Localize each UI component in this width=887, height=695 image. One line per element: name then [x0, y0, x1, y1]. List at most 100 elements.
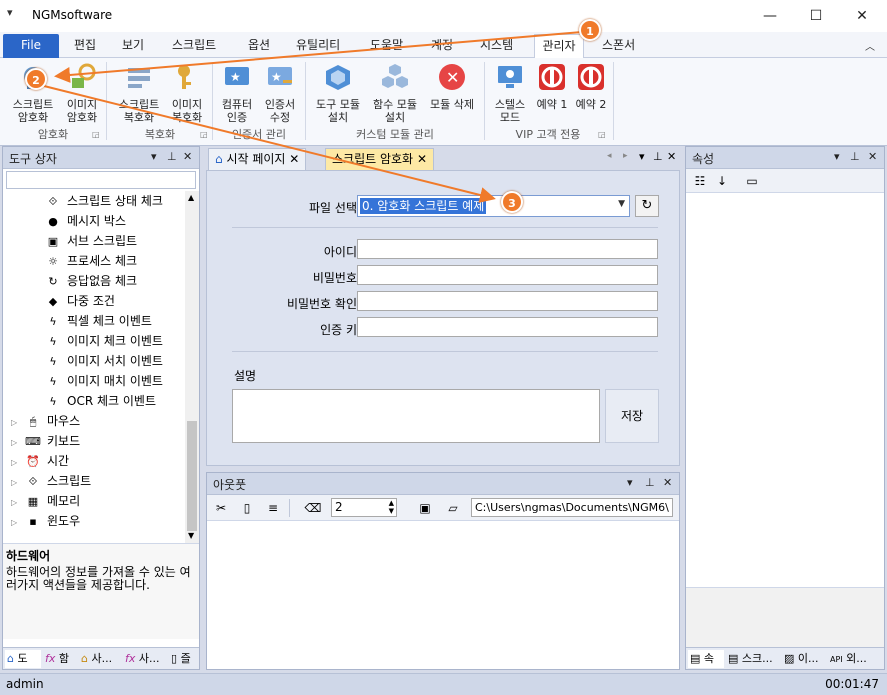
install-function-module-button[interactable]: 함수 모듈 설치 — [367, 62, 423, 124]
tree-item[interactable]: ▣ 서브 스크립트 — [45, 231, 137, 251]
panel-menu-icon[interactable]: ▾ — [627, 476, 633, 489]
tab-toolbox[interactable]: ⌂ 도 — [5, 650, 41, 668]
close-icon[interactable]: ✕ — [183, 150, 192, 163]
tab-account[interactable]: 계정 — [427, 34, 457, 58]
expand-icon[interactable]: ▷ — [11, 453, 23, 473]
panel-menu-icon[interactable]: ▾ — [834, 150, 840, 163]
group-launcher-icon[interactable]: ◲ — [598, 130, 606, 139]
tree-item[interactable]: ϟ 이미지 매치 이벤트 — [45, 371, 163, 391]
tree-item[interactable]: ☼ 프로세스 체크 — [45, 251, 137, 271]
pin-icon[interactable]: ⊥ — [850, 150, 860, 163]
id-input[interactable] — [357, 239, 658, 259]
tree-category[interactable]: ▷ ⏰ 시간 — [11, 451, 69, 471]
encrypt-image-button[interactable]: 이미지 암호화 — [60, 62, 104, 124]
tab-favorites[interactable]: ▯ 즐 — [169, 650, 197, 668]
file-select-dropdown[interactable]: 0. 암호화 스크립트 예제 ▼ — [357, 195, 630, 217]
panel-menu-icon[interactable]: ▾ — [151, 150, 157, 163]
tab-scroll-right-icon[interactable]: ▸ — [623, 151, 628, 161]
delete-module-button[interactable]: ✕ 모듈 삭제 — [425, 62, 479, 111]
save-icon[interactable]: ▣ — [415, 498, 435, 518]
close-button[interactable]: ✕ — [839, 0, 885, 32]
stealth-mode-button[interactable]: 스텔스 모드 — [488, 62, 532, 124]
tab-help[interactable]: 도움말 — [366, 34, 407, 58]
tree-category[interactable]: ▷ ⌨ 키보드 — [11, 431, 80, 451]
close-icon[interactable]: ✕ — [868, 150, 877, 163]
save-button[interactable]: 저장 — [605, 389, 659, 443]
maximize-button[interactable]: ☐ — [793, 0, 839, 32]
tree-category[interactable]: ▷ ▦ 메모리 — [11, 491, 80, 511]
tab-sponsor[interactable]: 스폰서 — [598, 34, 639, 58]
refresh-button[interactable]: ↻ — [635, 195, 659, 217]
scroll-up-icon[interactable]: ▲ — [188, 193, 194, 202]
folder-icon[interactable]: ▱ — [443, 498, 463, 518]
minimize-button[interactable]: — — [747, 0, 793, 32]
expand-icon[interactable]: ▷ — [11, 433, 23, 453]
install-tool-module-button[interactable]: 도구 모듈 설치 — [310, 62, 366, 124]
tab-script-explorer[interactable]: ▤ 스크... — [726, 650, 780, 668]
tab-file[interactable]: File — [3, 34, 59, 58]
ribbon-collapse-icon[interactable]: ︿ — [865, 38, 875, 53]
reserve-2-button[interactable]: 예약 2 — [571, 62, 611, 111]
group-launcher-icon[interactable]: ◲ — [92, 130, 100, 139]
tab-start-page[interactable]: ⌂ 시작 페이지 ✕ — [208, 148, 307, 170]
eraser-icon[interactable]: ⌫ — [303, 498, 323, 518]
tree-item[interactable]: ⟐ 스크립트 상태 체크 — [45, 191, 163, 211]
output-path-field[interactable]: C:\Users\ngmas\Documents\NGM6\ — [471, 498, 673, 517]
tree-item[interactable]: ◆ 다중 조건 — [45, 291, 115, 311]
tree-item[interactable]: ϟ OCR 체크 이벤트 — [45, 391, 156, 411]
tree-category[interactable]: ▷ ⟐ 스크립트 — [11, 471, 91, 491]
toolbox-search-input[interactable] — [6, 171, 196, 189]
reserve-1-button[interactable]: 예약 1 — [533, 62, 571, 111]
toolbox-scrollbar[interactable]: ▲ ▼ — [185, 191, 199, 543]
tab-functions[interactable]: fx 함 — [43, 650, 77, 668]
add-document-icon[interactable]: ▯ — [237, 498, 257, 518]
tab-properties[interactable]: ▤ 속 — [688, 650, 724, 668]
clean-icon[interactable]: ✂ — [211, 498, 231, 518]
property-pages-icon[interactable]: ▭ — [742, 171, 762, 191]
tab-script[interactable]: 스크립트 — [168, 34, 220, 58]
tab-edit[interactable]: 편집 — [70, 34, 100, 58]
tab-system[interactable]: 시스템 — [476, 34, 517, 58]
scroll-down-icon[interactable]: ▼ — [188, 531, 194, 540]
tab-external[interactable]: API 외... — [828, 650, 882, 668]
tree-item[interactable]: ↻ 응답없음 체크 — [45, 271, 137, 291]
scroll-thumb[interactable] — [187, 421, 197, 531]
decrypt-script-button[interactable]: 스크립트 복호화 — [112, 62, 166, 124]
decrypt-image-button[interactable]: 이미지 복호화 — [166, 62, 208, 124]
tree-category[interactable]: ▷ ▪ 윈도우 — [11, 511, 80, 531]
tree-item[interactable]: ϟ 이미지 체크 이벤트 — [45, 331, 163, 351]
tree-item[interactable]: ϟ 이미지 서치 이벤트 — [45, 351, 163, 371]
pin-icon[interactable]: ⊥ — [167, 150, 177, 163]
line-count-stepper[interactable]: 2 ▲ ▼ — [331, 498, 397, 517]
expand-icon[interactable]: ▷ — [11, 413, 23, 433]
tab-list-icon[interactable]: ▾ — [639, 150, 645, 163]
tab-view[interactable]: 보기 — [118, 34, 148, 58]
password-input[interactable] — [357, 265, 658, 285]
pin-icon[interactable]: ⊥ — [653, 150, 663, 163]
tree-item[interactable]: ● 메시지 박스 — [45, 211, 126, 231]
certificate-edit-button[interactable]: ★ 인증서 수정 — [258, 62, 302, 124]
close-tab-icon[interactable]: ✕ — [289, 152, 299, 166]
group-launcher-icon[interactable]: ◲ — [200, 130, 208, 139]
sort-az-icon[interactable]: ↓ — [712, 171, 732, 191]
expand-icon[interactable]: ▷ — [11, 473, 23, 493]
stepper-arrows-icon[interactable]: ▲ ▼ — [389, 499, 394, 515]
tree-item[interactable]: ϟ 픽셀 체크 이벤트 — [45, 311, 152, 331]
expand-icon[interactable]: ▷ — [11, 513, 23, 533]
tab-utility[interactable]: 유틸리티 — [292, 34, 344, 58]
align-icon[interactable]: ≡ — [263, 498, 283, 518]
categorized-icon[interactable]: ☷ — [690, 171, 710, 191]
computer-auth-button[interactable]: ★ 컴퓨터 인증 — [216, 62, 258, 124]
expand-icon[interactable]: ▷ — [11, 493, 23, 513]
description-textarea[interactable] — [232, 389, 600, 443]
close-icon[interactable]: ✕ — [667, 150, 676, 163]
tab-script-encrypt[interactable]: 스크립트 암호화 ✕ — [325, 148, 434, 170]
tree-category[interactable]: ▷ 🖱 마우스 — [11, 411, 80, 431]
tab-admin[interactable]: 관리자 — [534, 34, 584, 58]
tab-user[interactable]: ⌂ 사... — [79, 650, 121, 668]
close-tab-icon[interactable]: ✕ — [417, 152, 427, 166]
quick-access-dropdown-icon[interactable]: ▾ — [7, 6, 13, 19]
tab-images[interactable]: ▨ 이... — [782, 650, 826, 668]
tab-user-functions[interactable]: fx 사... — [123, 650, 167, 668]
tab-options[interactable]: 옵션 — [244, 34, 274, 58]
